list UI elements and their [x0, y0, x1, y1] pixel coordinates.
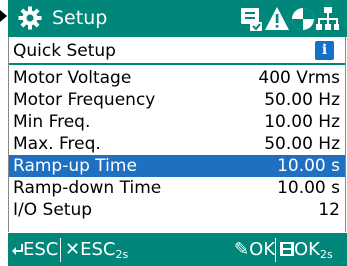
fieldbus-icon: [241, 8, 262, 31]
menu-item-label: Motor Voltage: [13, 68, 132, 88]
back-softkey-label: ESC: [23, 239, 59, 260]
menu-item-label: Max. Freq.: [13, 134, 101, 154]
menu-item-motor-frequency[interactable]: Motor Frequency 50.00 Hz: [9, 89, 345, 111]
edit-softkey-label: OK: [249, 239, 276, 260]
softkey-divider: [60, 238, 61, 262]
menu-item-ramp-down-time[interactable]: Ramp-down Time 10.00 s: [9, 177, 345, 199]
softkey-divider: [275, 238, 276, 262]
menu-item-value: 10.00 Hz: [264, 112, 340, 132]
back-arrow-icon: [12, 244, 23, 255]
menu-item-label: Motor Frequency: [13, 90, 156, 110]
hmi-screen: Setup Quick Setup i Motor Voltage 400 Vr…: [0, 0, 347, 266]
menu-item-value: 50.00 Hz: [264, 90, 340, 110]
save-softkey-label: OK: [294, 239, 320, 260]
motor-icon: [292, 8, 314, 30]
menu-item-motor-voltage[interactable]: Motor Voltage 400 Vrms: [9, 67, 345, 89]
save-softkey-hold: 2s: [319, 248, 333, 261]
cancel-softkey-hold: 2s: [115, 248, 129, 261]
softkey-bar: ESC ✕ESC2s ✎OK OK2s: [8, 233, 347, 266]
pencil-icon: ✎: [234, 239, 250, 260]
menu-item-io-setup[interactable]: I/O Setup 12: [9, 199, 345, 221]
menu-item-max-freq[interactable]: Max. Freq. 50.00 Hz: [9, 133, 345, 155]
cancel-softkey-label: ESC: [80, 239, 116, 260]
menu-item-label: Ramp-down Time: [13, 178, 162, 198]
menu-item-value: 10.00 s: [277, 156, 340, 176]
status-icons: [241, 7, 339, 31]
menu-item-value: 50.00 Hz: [264, 134, 340, 154]
quick-setup-menu: Quick Setup i Motor Voltage 400 Vrms Mot…: [8, 37, 346, 232]
screen-title: Setup: [52, 7, 108, 29]
save-icon: [280, 242, 294, 256]
cross-icon: ✕: [65, 239, 81, 260]
menu-title: Quick Setup: [13, 41, 116, 61]
menu-item-label: Min Freq.: [13, 112, 91, 132]
info-icon[interactable]: i: [315, 41, 334, 60]
menu-item-min-freq[interactable]: Min Freq. 10.00 Hz: [9, 111, 345, 133]
focus-pointer-icon: [0, 10, 7, 22]
menu-item-value: 12: [318, 200, 340, 220]
network-icon: [316, 7, 339, 30]
menu-title-row: Quick Setup i: [9, 37, 345, 65]
menu-item-ramp-up-time[interactable]: Ramp-up Time 10.00 s: [9, 155, 345, 177]
menu-item-label: I/O Setup: [13, 200, 93, 220]
back-softkey[interactable]: ESC: [12, 233, 58, 266]
menu-item-value: 400 Vrms: [258, 68, 340, 88]
menu-item-label: Ramp-up Time: [13, 156, 137, 176]
header-bar: Setup: [8, 0, 347, 37]
save-softkey[interactable]: OK2s: [280, 233, 333, 266]
gear-icon: [18, 6, 42, 30]
cancel-softkey[interactable]: ✕ESC2s: [65, 233, 128, 266]
edit-softkey[interactable]: ✎OK: [234, 233, 275, 266]
menu-item-value: 10.00 s: [277, 178, 340, 198]
warning-icon: [265, 7, 289, 30]
